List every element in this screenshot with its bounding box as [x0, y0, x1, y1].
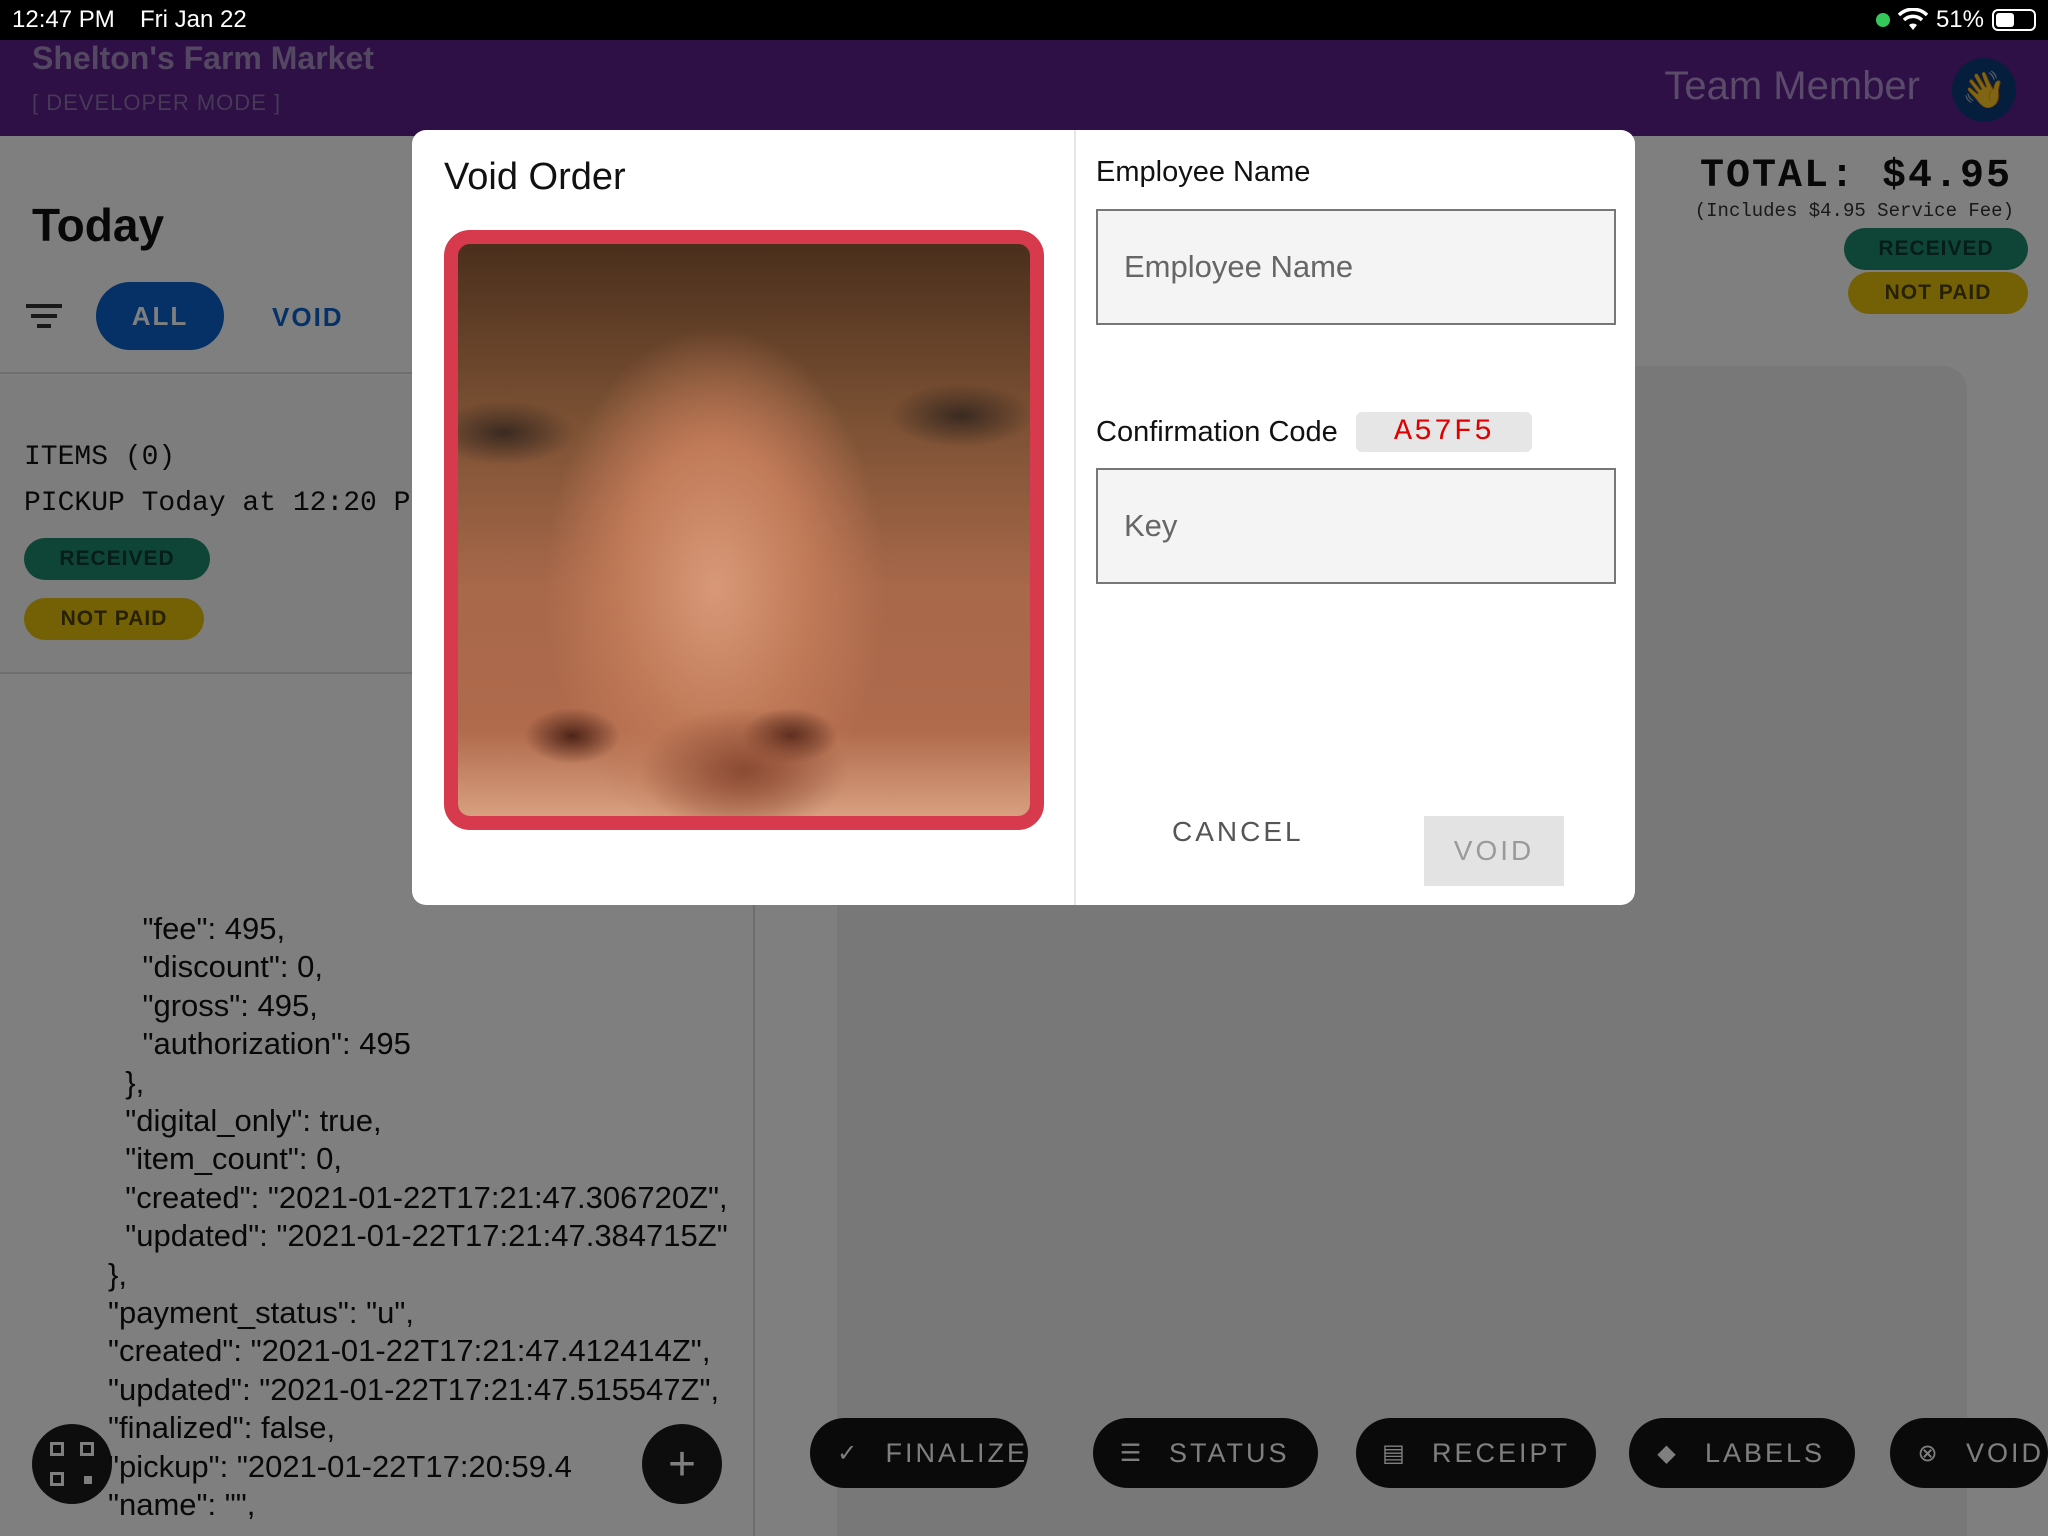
dialog-camera-panel: Void Order	[412, 130, 1076, 905]
void-order-dialog: Void Order Employee Name Confirmation Co…	[412, 130, 1635, 905]
status-bar: 12:47 PM Fri Jan 22 51%	[0, 0, 2048, 40]
camera-preview-image	[458, 244, 1030, 816]
key-input[interactable]	[1124, 508, 1614, 544]
cancel-button[interactable]: CANCEL	[1172, 816, 1304, 848]
employee-name-label: Employee Name	[1096, 156, 1311, 188]
confirmation-code: A57F5	[1356, 412, 1532, 452]
battery-percent: 51%	[1935, 6, 1984, 33]
employee-name-field[interactable]	[1096, 209, 1616, 325]
dialog-title: Void Order	[444, 156, 626, 198]
confirmation-code-label: Confirmation Code	[1096, 416, 1338, 448]
status-indicators: 51%	[1875, 6, 2036, 34]
camera-preview-frame	[444, 230, 1044, 830]
employee-name-input[interactable]	[1124, 249, 1614, 285]
camera-in-use-icon	[1875, 13, 1890, 27]
status-date: Fri Jan 22	[140, 6, 247, 33]
void-button[interactable]: VOID	[1424, 816, 1564, 886]
status-time: 12:47 PM	[12, 6, 115, 33]
battery-level	[1996, 13, 2014, 27]
dialog-form-panel: Employee Name Confirmation Code A57F5 CA…	[1078, 130, 1635, 905]
key-field[interactable]	[1096, 468, 1616, 584]
battery-icon	[1992, 9, 2036, 31]
wifi-icon	[1897, 8, 1928, 30]
